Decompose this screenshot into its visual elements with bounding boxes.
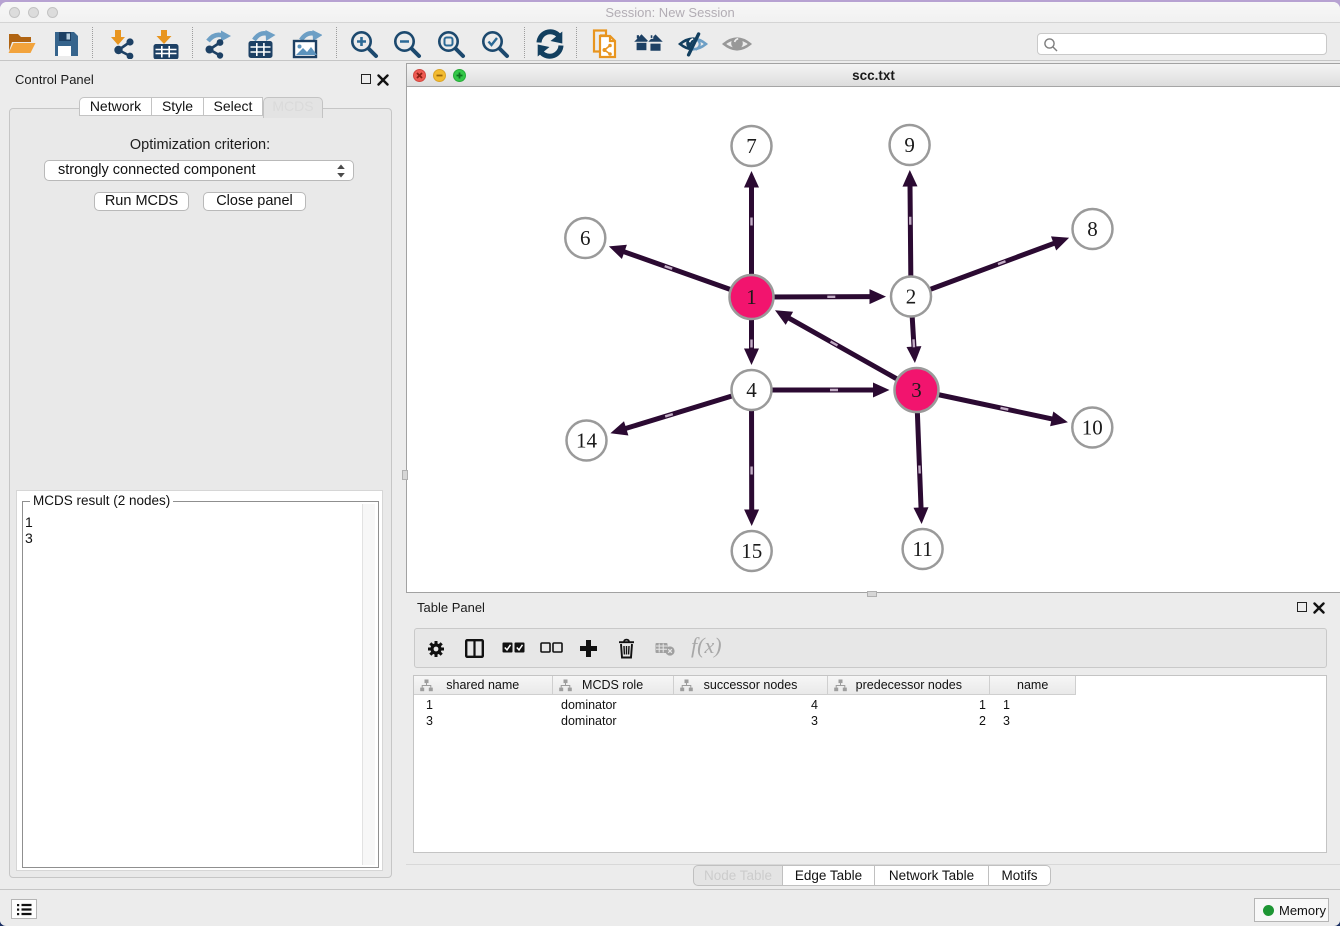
- svg-text:2: 2: [906, 285, 917, 309]
- svg-text:15: 15: [741, 539, 762, 563]
- svg-text:1: 1: [746, 285, 757, 309]
- svg-text:8: 8: [1087, 217, 1098, 241]
- svg-text:9: 9: [904, 133, 915, 157]
- svg-text:4: 4: [746, 378, 757, 402]
- svg-text:11: 11: [912, 537, 932, 561]
- svg-text:10: 10: [1082, 416, 1103, 440]
- svg-text:14: 14: [576, 429, 598, 453]
- svg-text:6: 6: [580, 226, 591, 250]
- svg-text:7: 7: [746, 134, 757, 158]
- svg-text:3: 3: [911, 378, 922, 402]
